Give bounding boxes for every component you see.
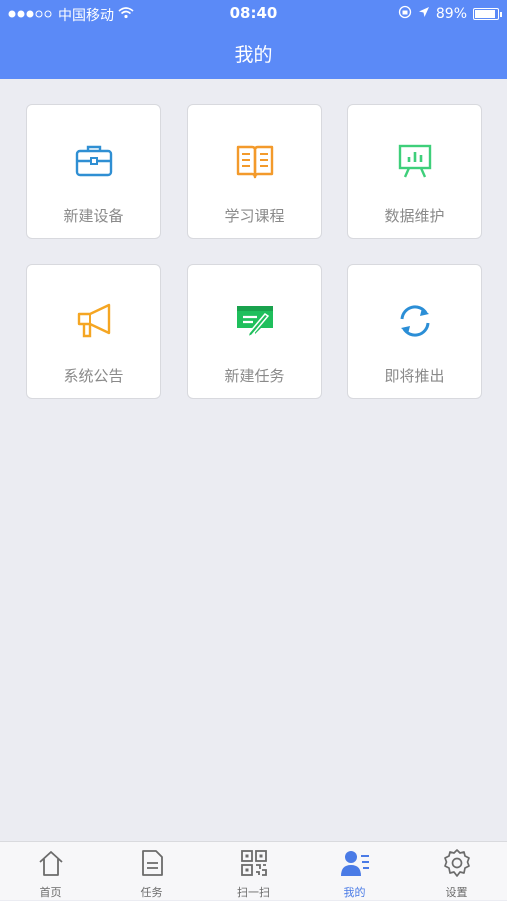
tab-home[interactable]: 首页 <box>0 842 101 901</box>
megaphone-icon <box>27 302 160 340</box>
menu-item-label: 数据维护 <box>384 207 445 225</box>
menu-item-label: 新建任务 <box>224 367 285 385</box>
tab-label: 扫一扫 <box>237 886 270 899</box>
orientation-lock-icon <box>398 5 412 23</box>
menu-item-new-device[interactable]: 新建设备 <box>26 104 161 239</box>
status-bar: 中国移动 08:40 89% <box>0 0 507 28</box>
briefcase-icon <box>27 142 160 180</box>
location-icon <box>418 6 430 22</box>
task-edit-icon <box>188 302 321 340</box>
menu-item-data-maintenance[interactable]: 数据维护 <box>347 104 482 239</box>
tab-settings[interactable]: 设置 <box>406 842 507 901</box>
tab-label: 我的 <box>343 886 366 899</box>
status-right: 89% <box>398 5 502 23</box>
tab-mine[interactable]: 我的 <box>304 842 405 901</box>
user-icon <box>304 848 405 878</box>
menu-item-label: 系统公告 <box>63 367 124 385</box>
tab-label: 任务 <box>140 886 163 899</box>
menu-item-courses[interactable]: 学习课程 <box>187 104 322 239</box>
qr-code-icon <box>203 848 304 878</box>
battery-fill <box>475 10 495 18</box>
menu-item-announcements[interactable]: 系统公告 <box>26 264 161 399</box>
refresh-icon <box>348 302 481 340</box>
menu-item-label: 新建设备 <box>63 207 124 225</box>
battery-percent: 89% <box>435 6 467 22</box>
menu-item-label: 学习课程 <box>224 207 285 225</box>
tab-label: 首页 <box>39 886 62 899</box>
chart-board-icon <box>348 142 481 180</box>
tab-scan[interactable]: 扫一扫 <box>203 842 304 901</box>
gear-icon <box>406 848 507 878</box>
tab-bar: 首页 任务 扫一扫 我的 设置 <box>0 841 507 900</box>
menu-item-new-task[interactable]: 新建任务 <box>187 264 322 399</box>
page-title: 我的 <box>234 44 273 66</box>
tab-tasks[interactable]: 任务 <box>101 842 202 901</box>
menu-item-coming-soon[interactable]: 即将推出 <box>347 264 482 399</box>
battery-icon <box>473 8 502 20</box>
tab-label: 设置 <box>445 886 468 899</box>
document-icon <box>101 848 202 878</box>
book-icon <box>188 142 321 180</box>
header-bar: 中国移动 08:40 89% 我的 <box>0 0 507 79</box>
home-icon <box>0 848 101 878</box>
menu-item-label: 即将推出 <box>384 367 445 385</box>
